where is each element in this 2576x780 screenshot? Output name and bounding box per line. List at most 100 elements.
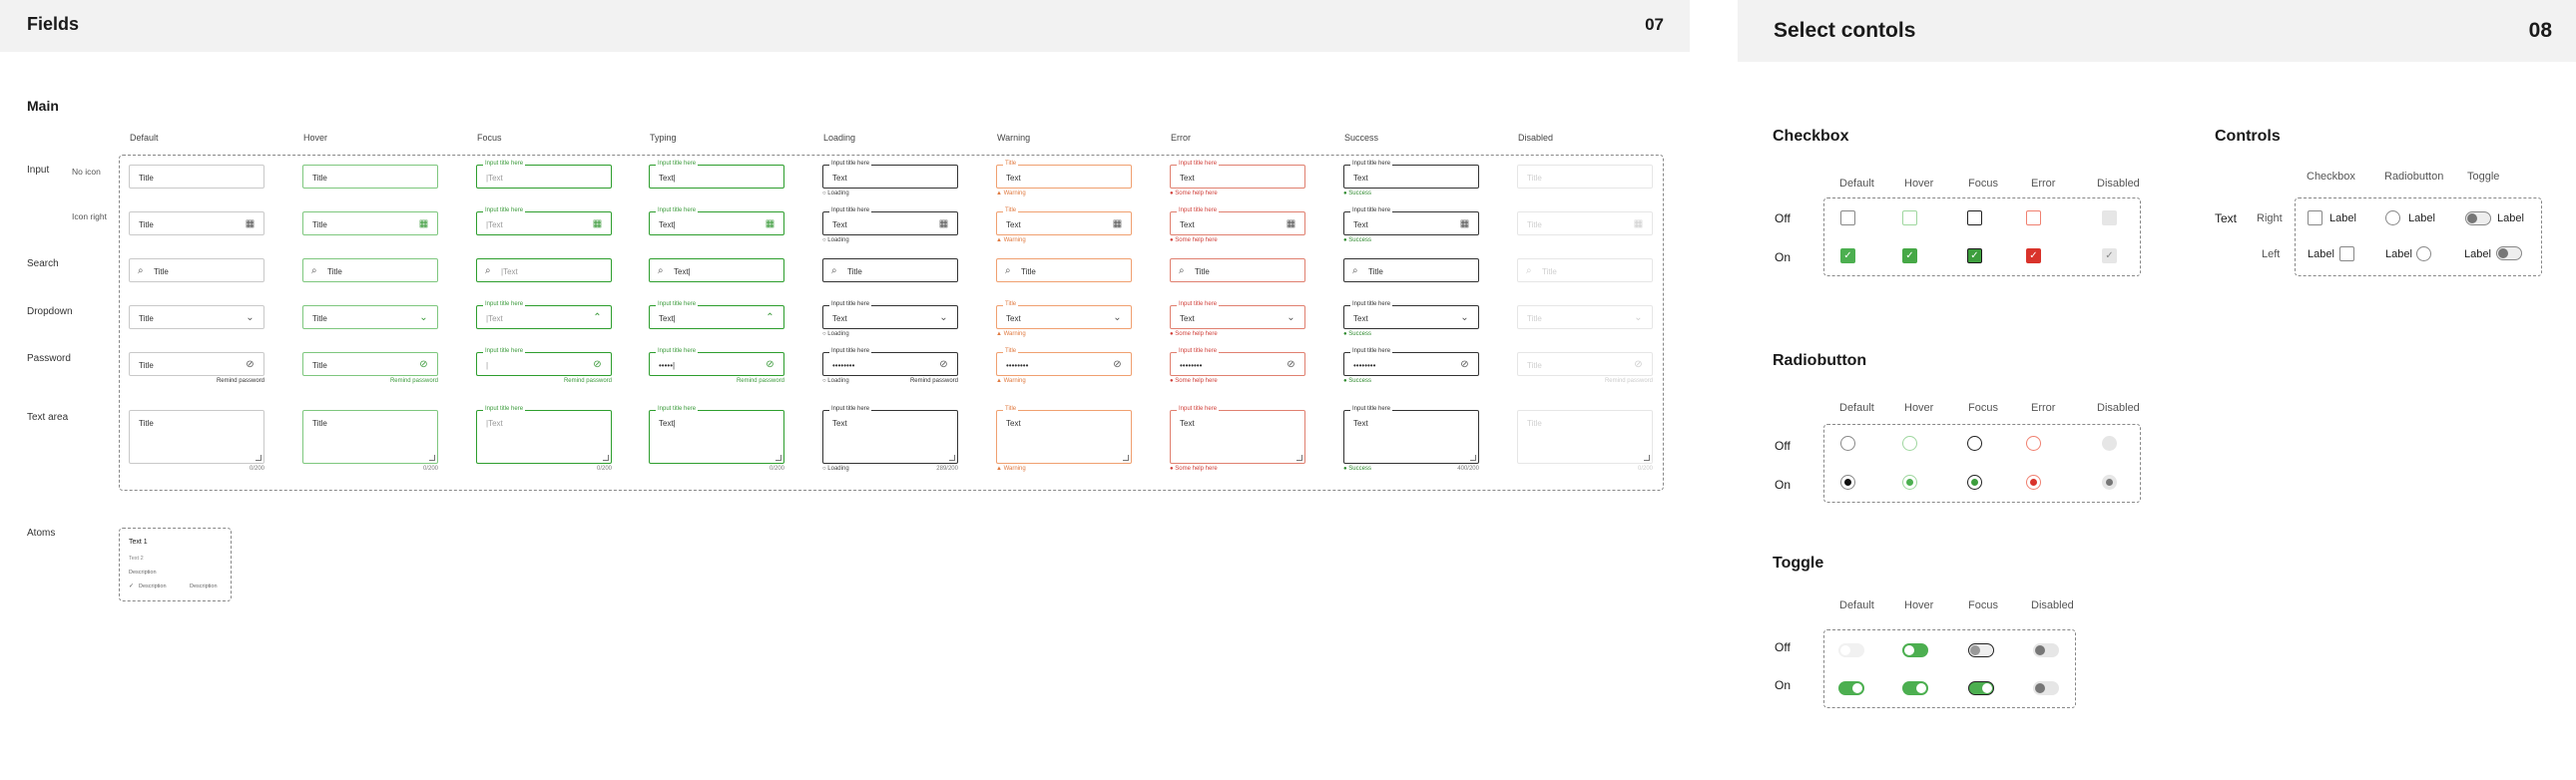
- input-no-icon-field-error[interactable]: Input title here Text: [1170, 161, 1305, 189]
- input-icon-right-field-loading[interactable]: Input title here Text ▦: [822, 207, 958, 235]
- textarea-field-disabled[interactable]: Title: [1517, 410, 1653, 464]
- radio-on-error[interactable]: [2026, 475, 2041, 490]
- resize-handle[interactable]: [1296, 455, 1302, 461]
- textarea-field-hover[interactable]: Title: [302, 410, 438, 464]
- password-remind-link-disabled[interactable]: Remind password: [1593, 378, 1653, 384]
- chevron-down-icon[interactable]: ⌄: [1633, 312, 1644, 323]
- password-field-typing[interactable]: Input title here •••••| ⊘: [649, 348, 784, 376]
- chevron-up-icon[interactable]: ⌃: [592, 312, 603, 323]
- checkbox-off-disabled[interactable]: [2102, 210, 2117, 225]
- password-field-warning[interactable]: Title •••••••• ⊘: [996, 348, 1132, 376]
- textarea-field-typing[interactable]: Input title here Text|: [649, 406, 784, 464]
- chevron-down-icon[interactable]: ⌄: [245, 312, 256, 323]
- control-toggle-left[interactable]: [2496, 246, 2522, 260]
- input-icon-right-field-hover[interactable]: Title ▦: [302, 211, 438, 235]
- password-field-disabled[interactable]: Title ⊘: [1517, 352, 1653, 376]
- input-no-icon-field-success[interactable]: Input title here Text: [1343, 161, 1479, 189]
- chevron-up-icon[interactable]: ⌃: [765, 312, 775, 323]
- password-remind-link-focus[interactable]: Remind password: [552, 378, 612, 384]
- search-field-error[interactable]: Title ⌕: [1170, 258, 1305, 282]
- checkbox-on-default[interactable]: ✓: [1840, 248, 1855, 263]
- textarea-field-warning[interactable]: Title Text: [996, 406, 1132, 464]
- radio-on-hover[interactable]: [1902, 475, 1917, 490]
- search-field-loading[interactable]: Title ⌕: [822, 258, 958, 282]
- search-field-default[interactable]: Title ⌕: [129, 258, 264, 282]
- password-remind-link-default[interactable]: Remind password: [205, 378, 264, 384]
- resize-handle[interactable]: [1123, 455, 1129, 461]
- textarea-field-loading[interactable]: Input title here Text: [822, 406, 958, 464]
- input-icon-right-field-error[interactable]: Input title here Text ▦: [1170, 207, 1305, 235]
- resize-handle[interactable]: [603, 455, 609, 461]
- resize-handle[interactable]: [775, 455, 781, 461]
- resize-handle[interactable]: [429, 455, 435, 461]
- dropdown-field-success[interactable]: Input title here Text ⌄: [1343, 301, 1479, 329]
- control-toggle-right[interactable]: [2465, 211, 2491, 225]
- control-checkbox-left[interactable]: [2339, 246, 2354, 261]
- eye-off-icon[interactable]: ⊘: [418, 359, 429, 370]
- radio-off-focus[interactable]: [1967, 436, 1982, 451]
- control-radio-right[interactable]: [2385, 210, 2400, 225]
- dropdown-field-hover[interactable]: Title ⌄: [302, 305, 438, 329]
- toggle-on-default[interactable]: [1838, 681, 1864, 695]
- input-no-icon-field-disabled[interactable]: Title: [1517, 165, 1653, 189]
- password-field-success[interactable]: Input title here •••••••• ⊘: [1343, 348, 1479, 376]
- password-remind-link-typing[interactable]: Remind password: [725, 378, 784, 384]
- chevron-down-icon[interactable]: ⌄: [418, 312, 429, 323]
- input-icon-right-field-success[interactable]: Input title here Text ▦: [1343, 207, 1479, 235]
- resize-handle[interactable]: [256, 455, 261, 461]
- textarea-field-success[interactable]: Input title here Text: [1343, 406, 1479, 464]
- input-no-icon-field-default[interactable]: Title: [129, 165, 264, 189]
- search-field-warning[interactable]: Title ⌕: [996, 258, 1132, 282]
- eye-off-icon[interactable]: ⊘: [592, 359, 603, 370]
- password-field-hover[interactable]: Title ⊘: [302, 352, 438, 376]
- dropdown-field-focus[interactable]: Input title here |Text ⌃: [476, 301, 612, 329]
- eye-off-icon[interactable]: ⊘: [1112, 359, 1123, 370]
- toggle-on-disabled[interactable]: [2033, 681, 2059, 695]
- checkbox-on-focus[interactable]: ✓: [1967, 248, 1982, 263]
- input-no-icon-field-focus[interactable]: Input title here |Text: [476, 161, 612, 189]
- toggle-off-hover[interactable]: [1902, 643, 1928, 657]
- checkbox-off-default[interactable]: [1840, 210, 1855, 225]
- checkbox-off-error[interactable]: [2026, 210, 2041, 225]
- search-field-focus[interactable]: |Text ⌕: [476, 258, 612, 282]
- dropdown-field-warning[interactable]: Title Text ⌄: [996, 301, 1132, 329]
- input-no-icon-field-loading[interactable]: Input title here Text: [822, 161, 958, 189]
- toggle-on-focus[interactable]: [1968, 681, 1994, 695]
- checkbox-on-error[interactable]: ✓: [2026, 248, 2041, 263]
- input-icon-right-field-default[interactable]: Title ▦: [129, 211, 264, 235]
- input-no-icon-field-warning[interactable]: Title Text: [996, 161, 1132, 189]
- radio-off-default[interactable]: [1840, 436, 1855, 451]
- control-checkbox-right[interactable]: [2308, 210, 2322, 225]
- dropdown-field-typing[interactable]: Input title here Text| ⌃: [649, 301, 784, 329]
- toggle-on-hover[interactable]: [1902, 681, 1928, 695]
- search-field-hover[interactable]: Title ⌕: [302, 258, 438, 282]
- checkbox-on-hover[interactable]: ✓: [1902, 248, 1917, 263]
- toggle-off-disabled[interactable]: [2033, 643, 2059, 657]
- control-radio-left[interactable]: [2416, 246, 2431, 261]
- input-icon-right-field-typing[interactable]: Input title here Text| ▦: [649, 207, 784, 235]
- search-field-typing[interactable]: Text| ⌕: [649, 258, 784, 282]
- password-remind-link-loading[interactable]: Remind password: [898, 378, 958, 384]
- search-field-success[interactable]: Title ⌕: [1343, 258, 1479, 282]
- password-remind-link-hover[interactable]: Remind password: [378, 378, 438, 384]
- textarea-field-default[interactable]: Title: [129, 410, 264, 464]
- input-icon-right-field-focus[interactable]: Input title here |Text ▦: [476, 207, 612, 235]
- checkbox-off-focus[interactable]: [1967, 210, 1982, 225]
- textarea-field-focus[interactable]: Input title here |Text: [476, 406, 612, 464]
- eye-off-icon[interactable]: ⊘: [1286, 359, 1296, 370]
- resize-handle[interactable]: [949, 455, 955, 461]
- radio-on-focus[interactable]: [1967, 475, 1982, 490]
- chevron-down-icon[interactable]: ⌄: [1459, 312, 1470, 323]
- dropdown-field-disabled[interactable]: Title ⌄: [1517, 305, 1653, 329]
- chevron-down-icon[interactable]: ⌄: [1286, 312, 1296, 323]
- eye-off-icon[interactable]: ⊘: [765, 359, 775, 370]
- search-field-disabled[interactable]: Title ⌕: [1517, 258, 1653, 282]
- dropdown-field-loading[interactable]: Input title here Text ⌄: [822, 301, 958, 329]
- input-icon-right-field-warning[interactable]: Title Text ▦: [996, 207, 1132, 235]
- dropdown-field-default[interactable]: Title ⌄: [129, 305, 264, 329]
- eye-off-icon[interactable]: ⊘: [938, 359, 949, 370]
- input-no-icon-field-typing[interactable]: Input title here Text|: [649, 161, 784, 189]
- checkbox-on-disabled[interactable]: ✓: [2102, 248, 2117, 263]
- resize-handle[interactable]: [1470, 455, 1476, 461]
- password-field-default[interactable]: Title ⊘: [129, 352, 264, 376]
